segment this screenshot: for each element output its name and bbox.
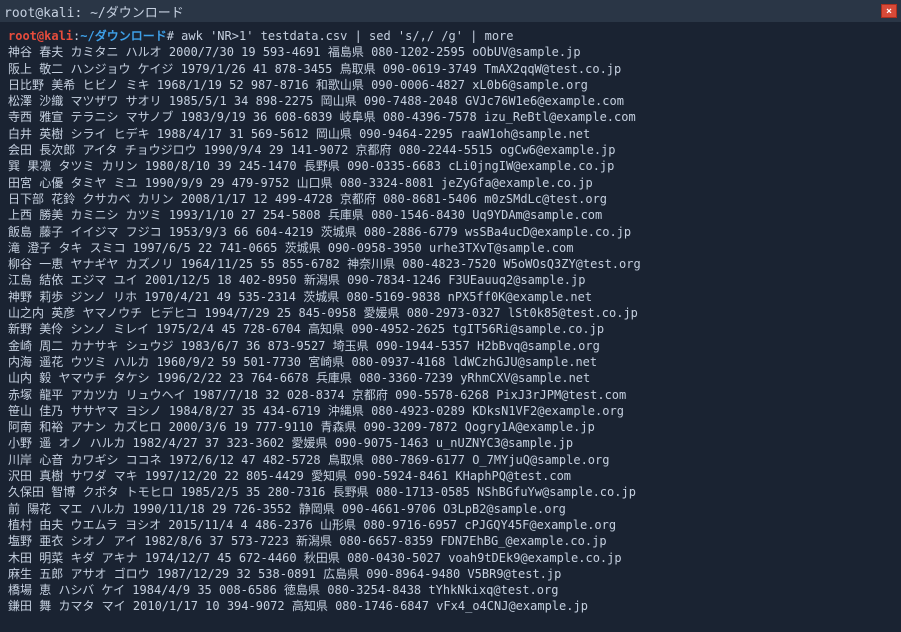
output-row: 阿南 和裕 アナン カズヒロ 2000/3/6 19 777-9110 青森県 … [8,419,893,435]
output-row: 白井 英樹 シライ ヒデキ 1988/4/17 31 569-5612 岡山県 … [8,126,893,142]
output-row: 松澤 沙織 マツザワ サオリ 1985/5/1 34 898-2275 岡山県 … [8,93,893,109]
output-row: 巽 果凛 タツミ カリン 1980/8/10 39 245-1470 長野県 0… [8,158,893,174]
output-row: 久保田 智博 クボタ トモヒロ 1985/2/5 35 280-7316 長野県… [8,484,893,500]
output-row: 川岸 心音 カワギシ ココネ 1972/6/12 47 482-5728 鳥取県… [8,452,893,468]
output-row: 前 陽花 マエ ハルカ 1990/11/18 29 726-3552 静岡県 0… [8,501,893,517]
output-row: 鎌田 舞 カマタ マイ 2010/1/17 10 394-9072 高知県 08… [8,598,893,614]
output-row: 神谷 春夫 カミタニ ハルオ 2000/7/30 19 593-4691 福島県… [8,44,893,60]
output-row: 柳谷 一恵 ヤナギヤ カズノリ 1964/11/25 55 855-6782 神… [8,256,893,272]
output-row: 内海 遥花 ウツミ ハルカ 1960/9/2 59 501-7730 宮崎県 0… [8,354,893,370]
output-row: 神野 莉歩 ジンノ リホ 1970/4/21 49 535-2314 茨城県 0… [8,289,893,305]
output-row: 沢田 真樹 サワダ マキ 1997/12/20 22 805-4429 愛知県 … [8,468,893,484]
output-row: 塩野 亜衣 シオノ アイ 1982/8/6 37 573-7223 新潟県 08… [8,533,893,549]
prompt-path: ~/ダウンロード [80,29,166,43]
output-row: 小野 遥 オノ ハルカ 1982/4/27 37 323-3602 愛媛県 09… [8,435,893,451]
output-row: 木田 明菜 キダ アキナ 1974/12/7 45 672-4460 秋田県 0… [8,550,893,566]
output-row: 新野 美伶 シンノ ミレイ 1975/2/4 45 728-6704 高知県 0… [8,321,893,337]
window-titlebar: root@kali: ~/ダウンロード × [0,0,901,22]
close-button[interactable]: × [881,4,897,18]
output-row: 日下部 花鈴 クサカベ カリン 2008/1/17 12 499-4728 京都… [8,191,893,207]
output-row: 江島 結依 エジマ ユイ 2001/12/5 18 402-8950 新潟県 0… [8,272,893,288]
output-row: 上西 勝美 カミニシ カツミ 1993/1/10 27 254-5808 兵庫県… [8,207,893,223]
output-row: 山之内 英彦 ヤマノウチ ヒデヒコ 1994/7/29 25 845-0958 … [8,305,893,321]
prompt-line: root@kali:~/ダウンロード# awk 'NR>1' testdata.… [8,28,893,44]
output-row: 橋場 恵 ハシバ ケイ 1984/4/9 35 008-6586 徳島県 080… [8,582,893,598]
output-row: 麻生 五郎 アサオ ゴロウ 1987/12/29 32 538-0891 広島県… [8,566,893,582]
output-row: 滝 澄子 タキ スミコ 1997/6/5 22 741-0665 茨城県 090… [8,240,893,256]
output-row: 田宮 心優 タミヤ ミユ 1990/9/9 29 479-9752 山口県 08… [8,175,893,191]
output-row: 会田 長次郎 アイタ チョウジロウ 1990/9/4 29 141-9072 京… [8,142,893,158]
output-row: 日比野 美希 ヒビノ ミキ 1968/1/19 52 987-8716 和歌山県… [8,77,893,93]
terminal-output[interactable]: root@kali:~/ダウンロード# awk 'NR>1' testdata.… [0,22,901,621]
prompt-user: root@kali [8,29,73,43]
prompt-command: awk 'NR>1' testdata.csv | sed 's/,/ /g' … [174,29,514,43]
output-row: 飯島 藤子 イイジマ フジコ 1953/9/3 66 604-4219 茨城県 … [8,224,893,240]
output-row: 植村 由夫 ウエムラ ヨシオ 2015/11/4 4 486-2376 山形県 … [8,517,893,533]
output-row: 笹山 佳乃 ササヤマ ヨシノ 1984/8/27 35 434-6719 沖縄県… [8,403,893,419]
output-rows: 神谷 春夫 カミタニ ハルオ 2000/7/30 19 593-4691 福島県… [8,44,893,614]
output-row: 阪上 敬二 ハンジョウ ケイジ 1979/1/26 41 878-3455 鳥取… [8,61,893,77]
prompt-sep2: # [167,29,174,43]
output-row: 山内 毅 ヤマウチ タケシ 1996/2/22 23 764-6678 兵庫県 … [8,370,893,386]
output-row: 寺西 雅宣 テラニシ マサノブ 1983/9/19 36 608-6839 岐阜… [8,109,893,125]
output-row: 赤塚 龍平 アカツカ リュウヘイ 1987/7/18 32 028-8374 京… [8,387,893,403]
output-row: 金崎 周二 カナサキ シュウジ 1983/6/7 36 873-9527 埼玉県… [8,338,893,354]
window-title: root@kali: ~/ダウンロード [4,2,881,21]
